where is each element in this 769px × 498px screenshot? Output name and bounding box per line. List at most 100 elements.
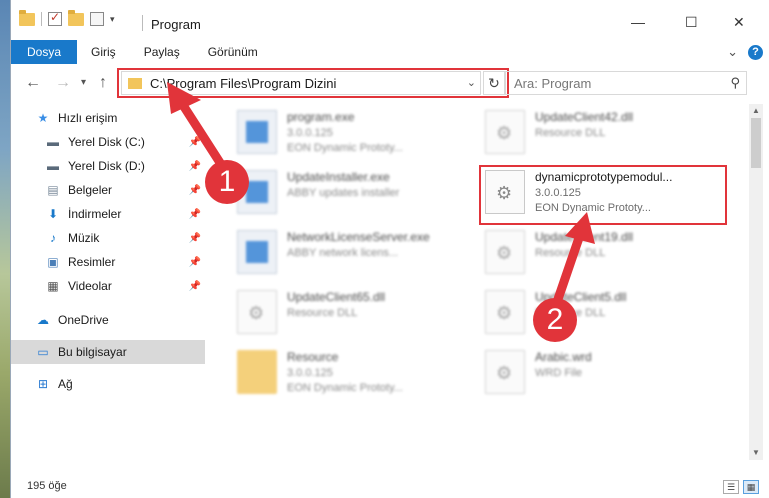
drive-icon: ▬ (47, 159, 59, 173)
file-meta: 3.0.0.125 (535, 187, 581, 199)
file-meta: Resource DLL (287, 307, 358, 319)
sidebar-item-this-pc[interactable]: ▭ Bu bilgisayar (11, 340, 205, 364)
file-tile[interactable]: Arabic.wrd WRD File (479, 346, 719, 398)
sidebar-item-documents[interactable]: ▤ Belgeler 📌 (11, 178, 205, 202)
folder-icon[interactable] (19, 9, 35, 26)
sidebar-item-local-disk-c[interactable]: ▬ Yerel Disk (C:) 📌 (11, 130, 205, 154)
scroll-down-arrow-icon[interactable]: ▼ (749, 446, 763, 460)
download-icon: ⬇ (47, 207, 59, 221)
sidebar-item-label: Yerel Disk (D:) (68, 159, 145, 173)
pin-icon[interactable]: 📌 (189, 233, 201, 244)
file-name: UpdateClient42.dll (535, 110, 634, 124)
file-tile[interactable]: UpdateClient65.dll Resource DLL (231, 286, 471, 338)
sidebar-item-label: Videolar (68, 279, 112, 293)
file-meta: ABBY network licens... (287, 247, 399, 259)
dll-icon (485, 290, 525, 334)
item-count: 195 öğe (27, 480, 67, 492)
pin-icon[interactable]: 📌 (189, 161, 201, 172)
ribbon-help-area: ⌄ ? (727, 44, 763, 60)
file-tile[interactable]: program.exe 3.0.0.125 EON Dynamic Protot… (231, 106, 471, 158)
file-tile[interactable]: Resource 3.0.0.125 EON Dynamic Prototy..… (231, 346, 471, 398)
sidebar-item-label: Resimler (68, 255, 116, 269)
navigation-pane: ★ Hızlı erişim ▬ Yerel Disk (C:) 📌 ▬ Yer… (11, 104, 205, 460)
file-meta: 3.0.0.125 (287, 367, 333, 379)
address-path[interactable]: C:\Program Files\Program Dizini (150, 76, 336, 91)
recent-locations-icon[interactable]: ▾ (81, 77, 86, 88)
up-arrow-icon[interactable]: ↑ (99, 74, 107, 92)
search-icon[interactable]: ⚲ (730, 75, 740, 91)
sidebar-item-pictures[interactable]: ▣ Resimler 📌 (11, 250, 205, 274)
maximize-button[interactable]: ☐ (685, 14, 698, 31)
dll-icon (237, 290, 277, 334)
refresh-button[interactable]: ↻ (483, 71, 505, 95)
pin-icon[interactable]: 📌 (189, 137, 201, 148)
sidebar-item-network[interactable]: ⊞ Ağ (11, 372, 205, 396)
sidebar-item-music[interactable]: ♪ Müzik 📌 (11, 226, 205, 250)
pin-icon[interactable]: 📌 (189, 209, 201, 220)
sidebar-item-label: Hızlı erişim (58, 111, 118, 125)
tab-share[interactable]: Paylaş (130, 40, 194, 64)
tab-home[interactable]: Giriş (77, 40, 130, 64)
file-meta: ABBY updates installer (287, 187, 400, 199)
sidebar-item-label: Müzik (68, 231, 100, 245)
sidebar-item-label: Bu bilgisayar (58, 345, 127, 359)
tab-view[interactable]: Görünüm (194, 40, 272, 64)
drive-icon: ▬ (47, 135, 59, 149)
file-tile[interactable]: UpdateClient5.dll Resource DLL (479, 286, 719, 338)
music-icon: ♪ (50, 231, 56, 245)
chevron-down-icon[interactable]: ⌄ (467, 76, 476, 89)
scroll-up-arrow-icon[interactable]: ▲ (749, 104, 763, 118)
file-tile[interactable]: UpdateInstaller.exe ABBY updates install… (231, 166, 471, 218)
sidebar-item-label: İndirmeler (68, 207, 122, 221)
minimize-button[interactable]: — (631, 14, 645, 30)
properties-icon[interactable] (90, 12, 104, 26)
tab-file[interactable]: Dosya (11, 40, 78, 64)
address-bar[interactable]: C:\Program Files\Program Dizini ⌄ (121, 71, 481, 95)
customize-toolbar-dropdown[interactable]: ▾ (110, 14, 115, 25)
vertical-scrollbar[interactable]: ▲ ▼ (749, 104, 763, 460)
file-name: Resource (287, 350, 339, 364)
dll-icon (485, 170, 525, 214)
tiles-view-icon[interactable]: ▦ (743, 480, 759, 494)
file-tile[interactable]: UpdateClient42.dll Resource DLL (479, 106, 719, 158)
pin-icon[interactable]: 📌 (189, 257, 201, 268)
help-icon[interactable]: ? (748, 44, 763, 60)
sidebar-item-downloads[interactable]: ⬇ İndirmeler 📌 (11, 202, 205, 226)
sidebar-item-videos[interactable]: ▦ Videolar 📌 (11, 274, 205, 298)
file-meta: 3.0.0.125 (287, 127, 333, 139)
file-tile[interactable]: UpdateClient19.dll Resource DLL (479, 226, 719, 278)
close-button[interactable]: ✕ (733, 14, 745, 31)
new-folder-icon[interactable] (68, 9, 84, 26)
desktop-background (0, 0, 10, 498)
file-meta: EON Dynamic Prototy... (287, 382, 403, 394)
back-arrow-icon[interactable]: ← (25, 74, 41, 92)
search-placeholder: Ara: Program (514, 76, 592, 91)
pin-icon[interactable]: 📌 (189, 185, 201, 196)
file-tile[interactable]: NetworkLicenseServer.exe ABBY network li… (231, 226, 471, 278)
forward-arrow-icon[interactable]: → (55, 74, 71, 92)
status-bar: 195 öğe ☰ ▦ (11, 476, 769, 498)
details-view-icon[interactable]: ☰ (723, 480, 739, 494)
scrollbar-thumb[interactable] (751, 118, 761, 168)
search-input[interactable]: Ara: Program ⚲ (505, 71, 747, 95)
sidebar-item-quick-access[interactable]: ★ Hızlı erişim (11, 106, 205, 130)
file-name: dynamicprototypemodul... (535, 170, 673, 184)
file-meta: Resource DLL (535, 247, 606, 259)
computer-icon: ▭ (37, 345, 49, 359)
sidebar-item-local-disk-d[interactable]: ▬ Yerel Disk (D:) 📌 (11, 154, 205, 178)
file-name: program.exe (287, 110, 355, 124)
network-icon: ⊞ (37, 377, 49, 391)
properties-check-icon[interactable] (48, 10, 62, 26)
sidebar-item-onedrive[interactable]: ☁ OneDrive (11, 308, 205, 332)
quick-access-toolbar: ▾ (19, 9, 115, 26)
file-explorer-window: ▾ Program — ☐ ✕ Dosya Giriş Paylaş Görün… (10, 0, 769, 498)
file-meta: EON Dynamic Prototy... (535, 202, 651, 214)
file-list: program.exe 3.0.0.125 EON Dynamic Protot… (211, 104, 747, 460)
file-name: Arabic.wrd (535, 350, 592, 364)
file-tile-selected[interactable]: dynamicprototypemodul... 3.0.0.125 EON D… (479, 166, 719, 218)
pin-icon[interactable]: 📌 (189, 281, 201, 292)
expand-ribbon-icon[interactable]: ⌄ (727, 44, 738, 60)
star-icon: ★ (37, 111, 49, 125)
file-meta: EON Dynamic Prototy... (287, 142, 403, 154)
videos-icon: ▦ (47, 279, 59, 293)
